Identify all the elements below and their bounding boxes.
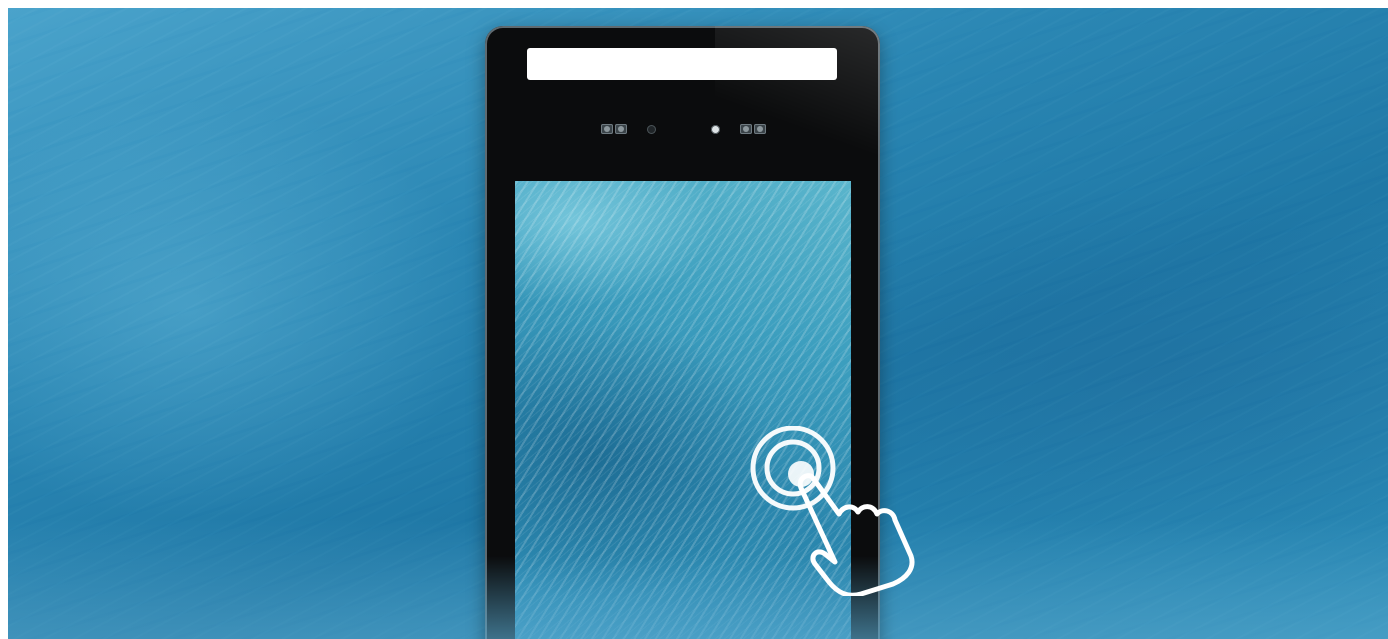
ocean-background: [8, 8, 1388, 639]
fill-light-bar: [527, 48, 837, 80]
dual-camera-icon: [601, 124, 627, 134]
right-sensor-group: [711, 123, 766, 135]
camera-lens-icon: [615, 124, 627, 134]
camera-lens-icon: [740, 124, 752, 134]
tap-gesture-icon: [750, 426, 915, 596]
sensor-dot-icon: [647, 124, 656, 134]
camera-lens-icon: [754, 124, 766, 134]
dual-camera-icon: [740, 124, 766, 134]
camera-lens-icon: [601, 124, 613, 134]
indicator-dot-icon: [711, 124, 720, 134]
left-sensor-group: [601, 123, 656, 135]
